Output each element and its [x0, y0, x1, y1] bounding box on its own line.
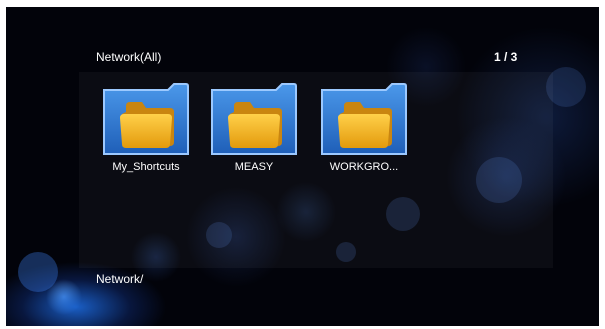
- folder-item-measy[interactable]: MEASY: [210, 82, 298, 174]
- folder-label: WORKGRO...: [329, 161, 399, 173]
- folder-icon: [103, 83, 189, 155]
- browser-title: Network(All): [96, 50, 162, 64]
- folder-label: My_Shortcuts: [112, 161, 180, 173]
- folder-item-my-shortcuts[interactable]: My_Shortcuts: [102, 82, 190, 174]
- page-indicator: 1 / 3: [494, 50, 518, 64]
- folder-icon: [211, 83, 297, 155]
- folder-icon: [321, 83, 407, 155]
- folder-label: MEASY: [234, 161, 274, 173]
- current-path: Network/: [96, 272, 144, 286]
- bokeh-light: [18, 252, 58, 292]
- folder-item-workgroup[interactable]: WORKGRO...: [320, 82, 408, 174]
